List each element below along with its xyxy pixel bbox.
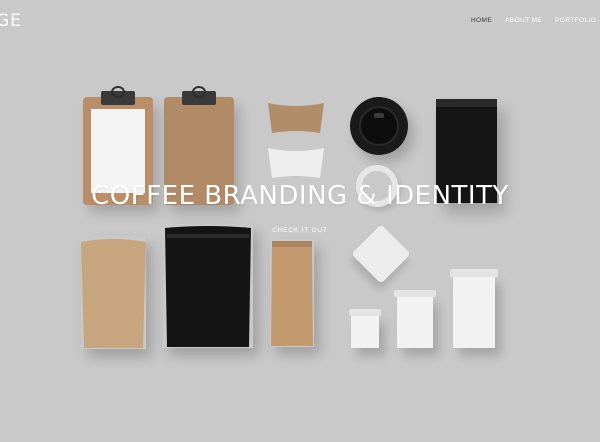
sleeve-white [268, 148, 324, 178]
cup-medium [394, 290, 436, 348]
nav-home[interactable]: HOME [471, 17, 492, 24]
coffee-lid [350, 97, 408, 155]
check-it-out-link[interactable]: CHECK IT OUT [0, 227, 600, 234]
bag-kraft [81, 239, 146, 348]
site-logo[interactable]: GE [0, 11, 22, 31]
hero-title: COFFEE BRANDING & IDENTITY [91, 181, 509, 211]
nav-portfolio[interactable]: PORTFOLIO [555, 17, 596, 24]
cup-small [349, 309, 381, 348]
bag-black [165, 226, 251, 347]
nav-about-me[interactable]: ABOUT ME [505, 17, 542, 24]
bag-kraft-tall [271, 241, 313, 346]
cup-large [450, 269, 498, 348]
main-nav: HOME ABOUT ME PORTFOLIO CO [471, 17, 600, 24]
sleeve-kraft [268, 103, 324, 133]
